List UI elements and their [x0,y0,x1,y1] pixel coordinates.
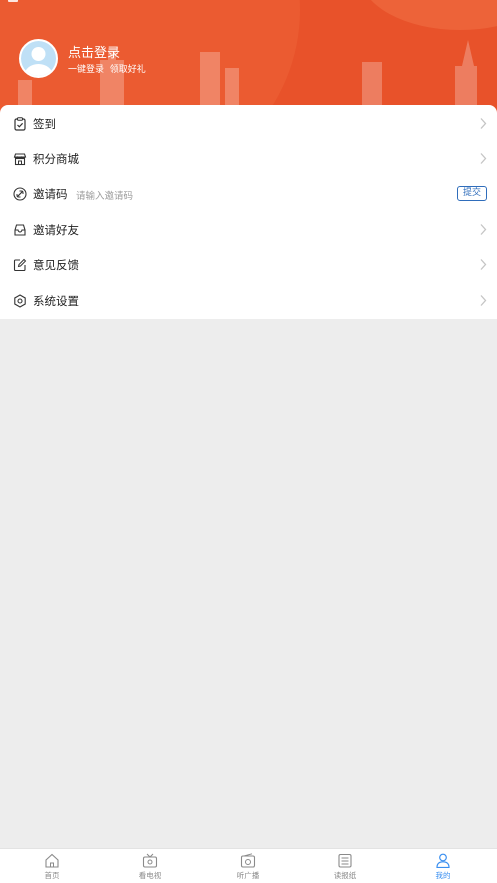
invite-code-input[interactable]: 请输入邀请码 [76,188,133,202]
notification-icon [8,0,18,2]
radio-icon [240,853,256,868]
tab-label: 听广播 [236,871,260,880]
status-bar [0,0,497,6]
tab-mine[interactable]: 我的 [413,853,473,883]
chevron-right-icon [480,259,487,270]
shop-icon [13,153,27,166]
user-icon [436,853,450,868]
tab-newspaper[interactable]: 读报纸 [315,853,375,883]
chevron-right-icon [480,153,487,164]
tab-label: 读报纸 [333,871,357,880]
menu-item-label: 邀请码 [33,187,68,201]
edit-icon [13,258,27,272]
home-icon [45,853,59,868]
menu-item-label: 意见反馈 [33,258,79,272]
menu-item-label: 系统设置 [33,294,79,308]
inbox-icon [14,224,26,236]
menu-item-settings[interactable]: 系统设置 [0,283,497,318]
login-subtitle: 一键登录 领取好礼 [68,65,146,75]
menu-item-label: 积分商城 [33,152,79,166]
tab-tv[interactable]: 看电视 [120,853,180,883]
chevron-right-icon [480,224,487,235]
tab-radio[interactable]: 听广播 [218,853,278,883]
chevron-right-icon [480,295,487,306]
default-avatar-icon [21,41,56,76]
chevron-right-icon [480,118,487,129]
bottom-tab-bar: 首页 看电视 听广播 读报纸 我的 [0,848,497,883]
gear-icon [14,294,26,308]
tv-icon [142,853,158,868]
menu-item-label: 签到 [33,117,56,131]
menu-item-invite-code: 邀请码 请输入邀请码 提交 [0,176,497,211]
submit-button[interactable]: 提交 [457,186,487,201]
mine-screen: 点击登录 一键登录 领取好礼 签到 积分商城 邀请码 请输入邀请码 提交 邀请好… [0,0,497,883]
newspaper-icon [338,853,352,868]
link-circle-icon [13,187,27,201]
menu-item-checkin[interactable]: 签到 [0,106,497,141]
tab-label: 首页 [44,871,60,880]
avatar[interactable] [19,39,58,78]
tab-home[interactable]: 首页 [22,853,82,883]
menu-item-points-mall[interactable]: 积分商城 [0,141,497,176]
menu-item-invite-friends[interactable]: 邀请好友 [0,212,497,247]
login-title[interactable]: 点击登录 [68,42,120,61]
menu-card: 签到 积分商城 邀请码 请输入邀请码 提交 邀请好友 意见反馈 系统设置 [0,105,497,319]
menu-item-feedback[interactable]: 意见反馈 [0,247,497,282]
tab-label: 我的 [435,871,451,880]
menu-item-label: 邀请好友 [33,223,79,237]
tab-label: 看电视 [138,871,162,880]
clipboard-check-icon [14,117,26,131]
